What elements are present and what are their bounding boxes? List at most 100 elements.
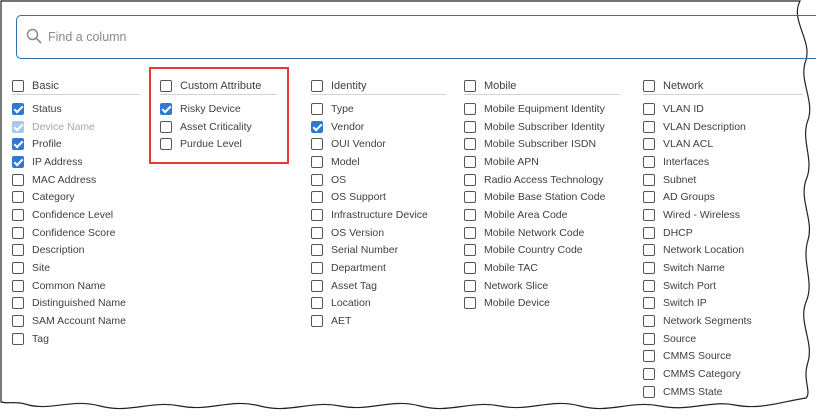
column-option-mobile-country-code[interactable]: Mobile Country Code — [464, 242, 620, 260]
checkbox[interactable] — [311, 120, 323, 133]
column-option-mobile-device[interactable]: Mobile Device — [464, 295, 620, 313]
column-option-ad-groups[interactable]: AD Groups — [643, 188, 803, 206]
column-option-cmms-category[interactable]: CMMS Category — [643, 365, 803, 383]
column-option-distinguished-name[interactable]: Distinguished Name — [12, 295, 140, 313]
column-option-switch-name[interactable]: Switch Name — [643, 259, 803, 277]
column-option-confidence-score[interactable]: Confidence Score — [12, 224, 140, 242]
checkbox[interactable] — [12, 297, 24, 310]
group-checkbox[interactable] — [12, 79, 24, 92]
checkbox[interactable] — [464, 102, 476, 115]
column-option-os-version[interactable]: OS Version — [311, 224, 446, 242]
column-option-oui-vendor[interactable]: OUI Vendor — [311, 135, 446, 153]
column-option-aet[interactable]: AET — [311, 312, 446, 330]
checkbox[interactable] — [464, 279, 476, 292]
column-option-mobile-subscriber-isdn[interactable]: Mobile Subscriber ISDN — [464, 135, 620, 153]
column-option-sam-account-name[interactable]: SAM Account Name — [12, 312, 140, 330]
checkbox[interactable] — [643, 138, 655, 151]
checkbox[interactable] — [643, 173, 655, 186]
group-header-identity[interactable]: Identity — [311, 77, 446, 95]
column-search-box[interactable] — [16, 15, 816, 59]
checkbox[interactable] — [311, 262, 323, 275]
checkbox[interactable] — [12, 332, 24, 345]
column-option-mobile-apn[interactable]: Mobile APN — [464, 153, 620, 171]
checkbox[interactable] — [643, 244, 655, 257]
checkbox[interactable] — [643, 368, 655, 381]
column-option-type[interactable]: Type — [311, 100, 446, 118]
checkbox[interactable] — [643, 155, 655, 168]
checkbox[interactable] — [643, 332, 655, 345]
column-option-vendor[interactable]: Vendor — [311, 118, 446, 136]
checkbox[interactable] — [12, 279, 24, 292]
column-option-serial-number[interactable]: Serial Number — [311, 242, 446, 260]
column-option-os[interactable]: OS — [311, 171, 446, 189]
column-option-confidence-level[interactable]: Confidence Level — [12, 206, 140, 224]
checkbox[interactable] — [311, 297, 323, 310]
column-option-status[interactable]: Status — [12, 100, 140, 118]
checkbox[interactable] — [643, 350, 655, 363]
checkbox[interactable] — [12, 226, 24, 239]
column-option-mobile-equipment-identity[interactable]: Mobile Equipment Identity — [464, 100, 620, 118]
column-option-switch-port[interactable]: Switch Port — [643, 277, 803, 295]
group-checkbox[interactable] — [643, 79, 655, 92]
column-option-mobile-network-code[interactable]: Mobile Network Code — [464, 224, 620, 242]
checkbox[interactable] — [464, 138, 476, 151]
column-option-ip-address[interactable]: IP Address — [12, 153, 140, 171]
column-option-location[interactable]: Location — [311, 295, 446, 313]
group-header-network[interactable]: Network — [643, 77, 803, 95]
checkbox[interactable] — [311, 173, 323, 186]
checkbox[interactable] — [12, 102, 24, 115]
column-option-interfaces[interactable]: Interfaces — [643, 153, 803, 171]
column-option-vlan-description[interactable]: VLAN Description — [643, 118, 803, 136]
column-option-description[interactable]: Description — [12, 242, 140, 260]
checkbox[interactable] — [643, 102, 655, 115]
column-option-asset-tag[interactable]: Asset Tag — [311, 277, 446, 295]
checkbox[interactable] — [12, 155, 24, 168]
checkbox[interactable] — [643, 279, 655, 292]
checkbox[interactable] — [464, 120, 476, 133]
column-option-cmms-source[interactable]: CMMS Source — [643, 348, 803, 366]
checkbox[interactable] — [643, 385, 655, 398]
checkbox[interactable] — [643, 120, 655, 133]
checkbox[interactable] — [12, 138, 24, 151]
checkbox[interactable] — [464, 226, 476, 239]
column-option-mobile-subscriber-identity[interactable]: Mobile Subscriber Identity — [464, 118, 620, 136]
checkbox[interactable] — [464, 297, 476, 310]
checkbox[interactable] — [12, 191, 24, 204]
column-option-mac-address[interactable]: MAC Address — [12, 171, 140, 189]
checkbox[interactable] — [311, 226, 323, 239]
column-option-network-slice[interactable]: Network Slice — [464, 277, 620, 295]
checkbox[interactable] — [311, 279, 323, 292]
column-option-dhcp[interactable]: DHCP — [643, 224, 803, 242]
checkbox[interactable] — [643, 226, 655, 239]
checkbox[interactable] — [643, 208, 655, 221]
checkbox[interactable] — [12, 315, 24, 328]
checkbox[interactable] — [311, 208, 323, 221]
column-option-site[interactable]: Site — [12, 259, 140, 277]
checkbox[interactable] — [12, 173, 24, 186]
checkbox[interactable] — [311, 155, 323, 168]
search-input[interactable] — [48, 27, 748, 47]
column-option-switch-ip[interactable]: Switch IP — [643, 295, 803, 313]
checkbox[interactable] — [311, 138, 323, 151]
group-header-mobile[interactable]: Mobile — [464, 77, 620, 95]
checkbox[interactable] — [643, 315, 655, 328]
column-option-tag[interactable]: Tag — [12, 330, 140, 348]
column-option-vlan-id[interactable]: VLAN ID — [643, 100, 803, 118]
checkbox[interactable] — [643, 262, 655, 275]
column-option-source[interactable]: Source — [643, 330, 803, 348]
group-checkbox[interactable] — [464, 79, 476, 92]
checkbox[interactable] — [643, 191, 655, 204]
column-option-cmms-state[interactable]: CMMS State — [643, 383, 803, 401]
checkbox[interactable] — [311, 244, 323, 257]
column-option-common-name[interactable]: Common Name — [12, 277, 140, 295]
checkbox[interactable] — [464, 262, 476, 275]
column-option-mobile-area-code[interactable]: Mobile Area Code — [464, 206, 620, 224]
checkbox[interactable] — [464, 244, 476, 257]
checkbox[interactable] — [311, 315, 323, 328]
checkbox[interactable] — [464, 191, 476, 204]
column-option-mobile-tac[interactable]: Mobile TAC — [464, 259, 620, 277]
column-option-network-segments[interactable]: Network Segments — [643, 312, 803, 330]
checkbox[interactable] — [12, 244, 24, 257]
checkbox[interactable] — [12, 208, 24, 221]
checkbox[interactable] — [464, 173, 476, 186]
